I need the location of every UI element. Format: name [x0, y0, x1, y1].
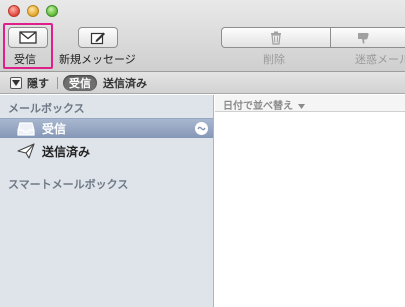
sort-label: 日付で並べ替え	[223, 101, 293, 112]
favorites-bar: 隠す 受信 送信済み	[0, 72, 405, 94]
sidebar-item-inbox[interactable]: 受信	[0, 118, 213, 138]
inbox-button-highlight	[3, 23, 53, 69]
mailbox-sidebar: メールボックス 受信 送信済み スマートメールボックス	[0, 95, 214, 307]
message-list-header: 日付で並べ替え	[215, 95, 405, 112]
triangle-down-icon	[12, 79, 20, 86]
sidebar-item-sent[interactable]: 送信済み	[0, 141, 213, 161]
favorites-inbox-button[interactable]: 受信	[63, 74, 97, 91]
trash-icon	[271, 31, 281, 45]
zoom-window-button[interactable]	[46, 5, 58, 17]
delete-button[interactable]	[221, 27, 330, 48]
sort-down-icon	[298, 104, 306, 109]
favorites-sent-button[interactable]: 送信済み	[103, 75, 147, 91]
junk-button-label: 迷惑メール	[355, 53, 405, 66]
minimize-window-button[interactable]	[27, 5, 39, 17]
new-message-button-label: 新規メッセージ	[59, 53, 136, 66]
smart-mailboxes-section-header: スマートメールボックス	[8, 178, 129, 191]
divider	[57, 76, 58, 89]
close-window-button[interactable]	[8, 5, 20, 17]
toolbar: 受信 新規メッセージ 削除 迷惑メール	[0, 0, 405, 72]
compose-icon	[90, 32, 105, 44]
thumbs-down-icon	[358, 32, 369, 44]
activity-icon	[195, 122, 208, 135]
paper-plane-icon	[17, 143, 35, 159]
message-list	[215, 112, 405, 307]
delete-button-label: 削除	[263, 53, 285, 66]
new-message-button[interactable]	[78, 27, 118, 48]
hide-label[interactable]: 隠す	[27, 75, 49, 91]
inbox-tray-icon	[17, 122, 35, 136]
sidebar-item-label: 送信済み	[42, 144, 91, 159]
junk-button[interactable]	[330, 27, 405, 48]
hide-mailboxes-toggle[interactable]	[10, 76, 22, 89]
sort-by-date-button[interactable]: 日付で並べ替え	[223, 97, 306, 112]
sidebar-item-label: 受信	[42, 122, 67, 136]
mailboxes-section-header: メールボックス	[8, 102, 85, 115]
